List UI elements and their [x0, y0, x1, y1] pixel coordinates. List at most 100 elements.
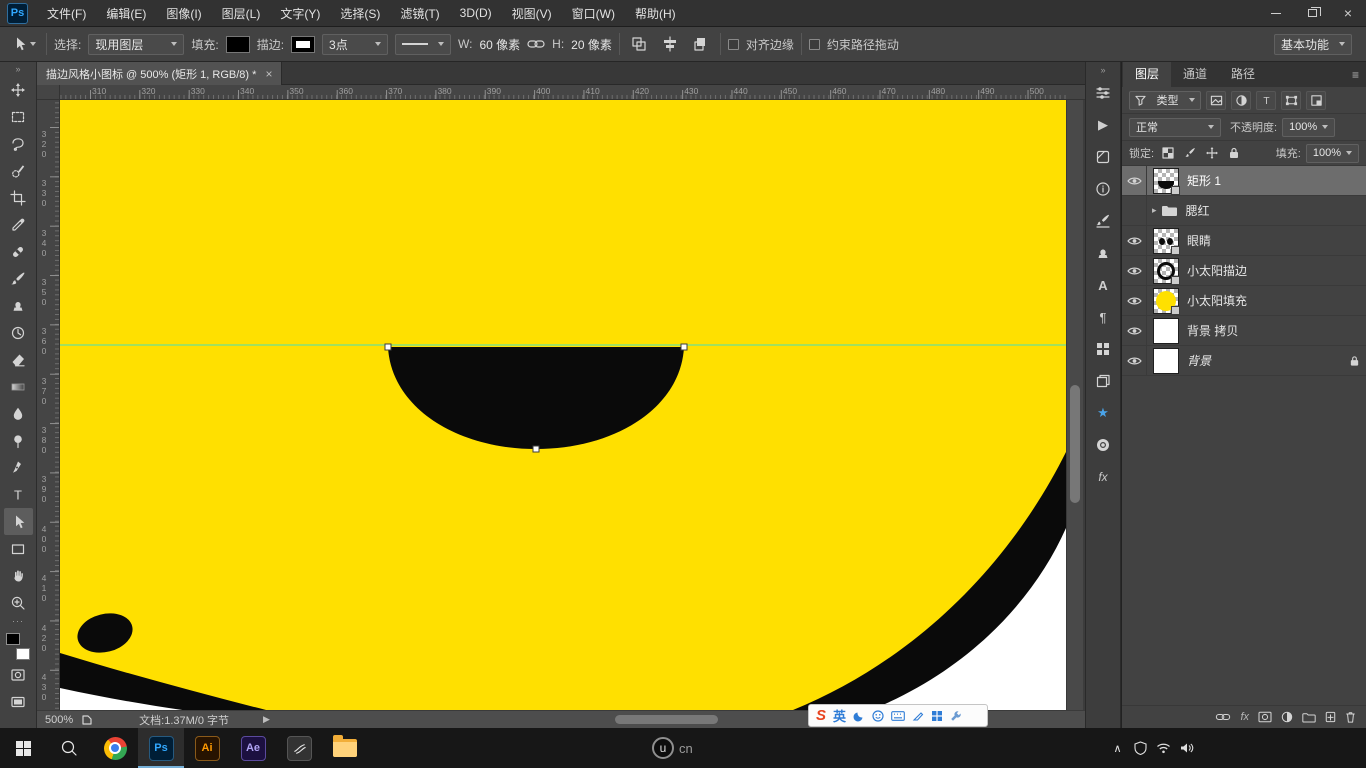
fill-color-swatch[interactable]	[226, 36, 250, 53]
workspace-switcher[interactable]: 基本功能	[1274, 34, 1352, 55]
layer-row-sun-fill[interactable]: 小太阳填充	[1122, 286, 1366, 316]
new-group-icon[interactable]	[1302, 712, 1316, 723]
anchor-handle-left[interactable]	[385, 344, 391, 350]
start-button[interactable]	[0, 728, 46, 768]
width-field[interactable]: 60 像素	[479, 36, 520, 53]
delete-layer-icon[interactable]	[1345, 711, 1356, 723]
menu-item[interactable]: 视图(V)	[502, 0, 562, 27]
menu-item[interactable]: 文字(Y)	[270, 0, 330, 27]
quick-mask-button[interactable]	[4, 661, 33, 688]
layer-row-background[interactable]: 背景	[1122, 346, 1366, 376]
canvas[interactable]	[60, 100, 1066, 710]
layer-style-icon[interactable]: fx	[1240, 711, 1249, 723]
zoom-level-field[interactable]: 500%	[37, 714, 81, 726]
taskbar-illustrator-icon[interactable]: Ai	[184, 728, 230, 768]
clone-source-panel-icon[interactable]	[1088, 237, 1118, 269]
tool-pen[interactable]	[4, 454, 33, 481]
lock-position-icon[interactable]	[1203, 145, 1220, 162]
tray-security-icon[interactable]	[1129, 728, 1152, 768]
visibility-toggle[interactable]	[1122, 316, 1147, 345]
vertical-scrollbar[interactable]	[1066, 100, 1083, 710]
fill-field[interactable]: 100%	[1306, 144, 1359, 163]
menu-item[interactable]: 文件(F)	[37, 0, 96, 27]
ime-wrench-icon[interactable]	[950, 710, 962, 722]
layer-thumbnail[interactable]	[1153, 288, 1179, 314]
toolbox-collapse-button[interactable]: »	[15, 62, 20, 76]
tool-blur[interactable]	[4, 400, 33, 427]
ime-toolbox-icon[interactable]	[931, 710, 943, 722]
tab-channels[interactable]: 通道	[1171, 60, 1219, 87]
taskbar-photoshop-icon[interactable]: Ps	[138, 728, 184, 768]
taskbar-utility-app-icon[interactable]	[276, 728, 322, 768]
menu-item[interactable]: 图像(I)	[156, 0, 211, 27]
visibility-toggle[interactable]	[1122, 196, 1147, 225]
filter-pixel-layers-button[interactable]	[1206, 91, 1226, 110]
background-color-swatch[interactable]	[16, 648, 30, 660]
layer-thumbnail[interactable]	[1153, 168, 1179, 194]
layer-thumbnail[interactable]	[1153, 348, 1179, 374]
layer-thumbnail[interactable]	[1153, 258, 1179, 284]
layer-name[interactable]: 背景	[1187, 352, 1211, 369]
blend-mode-dropdown[interactable]: 正常	[1129, 118, 1221, 137]
screen-mode-button[interactable]	[4, 688, 33, 715]
taskbar-search-button[interactable]	[46, 728, 92, 768]
tray-volume-icon[interactable]	[1175, 728, 1198, 768]
restore-button[interactable]	[1294, 0, 1330, 27]
horizontal-scrollbar-thumb[interactable]	[615, 715, 718, 724]
tool-dodge[interactable]	[4, 427, 33, 454]
tool-rectangle[interactable]	[4, 535, 33, 562]
menu-item[interactable]: 图层(L)	[212, 0, 271, 27]
document-tab[interactable]: 描边风格小图标 @ 500% (矩形 1, RGB/8) * ×	[37, 62, 282, 85]
brush-presets-panel-icon[interactable]	[1088, 205, 1118, 237]
height-field[interactable]: 20 像素	[571, 36, 612, 53]
layer-name[interactable]: 小太阳填充	[1187, 292, 1247, 309]
layer-comps-panel-icon[interactable]	[1088, 365, 1118, 397]
swatches-panel-icon[interactable]	[1088, 333, 1118, 365]
paragraph-panel-icon[interactable]: ¶	[1088, 301, 1118, 333]
visibility-toggle[interactable]	[1122, 226, 1147, 255]
tool-brush[interactable]	[4, 265, 33, 292]
layer-row-eyes[interactable]: 眼睛	[1122, 226, 1366, 256]
taskbar-explorer-icon[interactable]	[322, 728, 368, 768]
tool-preset-picker[interactable]	[8, 36, 39, 52]
expand-panels-button[interactable]: »	[1100, 62, 1105, 77]
edit-toolbar-button[interactable]: ···	[12, 616, 24, 628]
filter-adjustment-layers-button[interactable]	[1231, 91, 1251, 110]
ime-moon-icon[interactable]	[853, 710, 865, 722]
status-expand-icon[interactable]: ▶	[263, 714, 270, 725]
tool-zoom[interactable]	[4, 589, 33, 616]
visibility-toggle[interactable]	[1122, 256, 1147, 285]
menu-item[interactable]: 滤镜(T)	[390, 0, 449, 27]
link-layers-icon[interactable]	[1215, 712, 1231, 722]
select-mode-dropdown[interactable]: 现用图层	[88, 34, 184, 55]
character-panel-icon[interactable]: A	[1088, 269, 1118, 301]
filter-kind-dropdown[interactable]: 类型	[1129, 91, 1201, 110]
ime-handwriting-icon[interactable]	[912, 710, 924, 722]
ime-language-toggle[interactable]: 英	[833, 706, 846, 725]
tool-quick-selection[interactable]	[4, 157, 33, 184]
filter-type-layers-button[interactable]: T	[1256, 91, 1276, 110]
tool-eyedropper[interactable]	[4, 211, 33, 238]
canvas-artwork[interactable]	[60, 100, 1066, 710]
tool-lasso[interactable]	[4, 130, 33, 157]
tool-spot-healing-brush[interactable]	[4, 238, 33, 265]
tab-paths[interactable]: 路径	[1219, 60, 1267, 87]
minimize-button[interactable]	[1258, 0, 1294, 27]
layer-name[interactable]: 矩形 1	[1187, 172, 1221, 189]
tool-gradient[interactable]	[4, 373, 33, 400]
ime-emoji-icon[interactable]	[872, 710, 884, 722]
lock-transparent-pixels-icon[interactable]	[1159, 145, 1176, 162]
ruler-left[interactable]: 320330340350360370380390400410420430	[37, 100, 60, 710]
new-adjustment-layer-icon[interactable]	[1281, 711, 1293, 723]
layer-thumbnail[interactable]	[1153, 228, 1179, 254]
status-flyout-icon[interactable]	[81, 714, 93, 726]
anchor-handle-right[interactable]	[681, 344, 687, 350]
sogou-logo-icon[interactable]: S	[816, 707, 826, 724]
layer-row-rectangle-1[interactable]: 矩形 1	[1122, 166, 1366, 196]
path-arrangement-button[interactable]	[689, 33, 713, 55]
stroke-color-swatch[interactable]	[291, 36, 315, 53]
libraries-panel-icon[interactable]	[1088, 429, 1118, 461]
visibility-toggle[interactable]	[1122, 286, 1147, 315]
link-dimensions-icon[interactable]	[527, 38, 545, 50]
stroke-type-dropdown[interactable]	[395, 34, 451, 55]
